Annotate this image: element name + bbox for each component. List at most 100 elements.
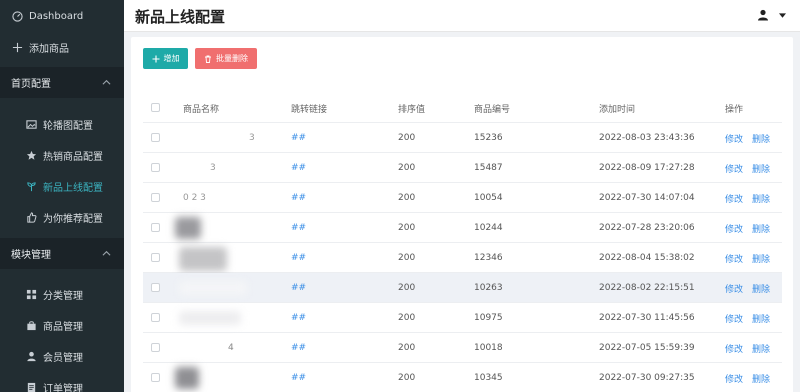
sidebar-group-home-config[interactable]: 首页配置 [0,67,124,98]
edit-link[interactable]: 修改 [725,372,743,385]
delete-link[interactable]: 删除 [752,192,770,205]
sort-value: 200 [398,163,416,173]
added-time: 2022-08-09 17:27:28 [599,163,695,173]
product-name: 4 [228,343,234,353]
jump-link[interactable]: ## [291,303,306,333]
dashboard-icon [11,11,23,23]
product-name: 3 [249,133,255,143]
table-row: 0 2 3 ## 200 10054 2022-07-30 14:07:04 修… [143,183,782,213]
jump-link[interactable]: ## [291,333,306,363]
sidebar-item-product-management[interactable]: 商品管理 [0,310,124,341]
shopping-bag-icon [25,320,37,332]
product-code: 10263 [474,283,503,293]
row-checkbox[interactable] [151,163,160,172]
sidebar-item-label: 商品管理 [43,322,83,333]
redacted-product-name [179,247,227,271]
row-actions: 修改 删除 [725,273,770,303]
sidebar-item-label: 分类管理 [43,291,83,302]
column-header-actions: 操作 [725,104,744,115]
product-code: 10244 [474,223,503,233]
sort-value: 200 [398,193,416,203]
sidebar-item-label: 热销商品配置 [43,152,103,163]
user-avatar-icon[interactable] [757,9,769,21]
sidebar-item-hot-config[interactable]: 热销商品配置 [0,140,124,171]
edit-link[interactable]: 修改 [725,162,743,175]
table-row: ## 200 10244 2022-07-28 23:20:06 修改 删除 [143,213,782,243]
row-checkbox[interactable] [151,253,160,262]
edit-link[interactable]: 修改 [725,222,743,235]
sidebar-item-label: 订单管理 [43,384,83,392]
image-icon [25,119,37,131]
column-header-code: 商品编号 [474,104,511,115]
sort-value: 200 [398,283,416,293]
plus-icon [11,42,23,54]
row-actions: 修改 删除 [725,183,770,213]
redacted-product-name [175,217,201,239]
jump-link[interactable]: ## [291,153,306,183]
sidebar-item-label: 新品上线配置 [43,183,103,194]
row-checkbox[interactable] [151,133,160,142]
sidebar-item-new-config[interactable]: 新品上线配置 [0,171,124,202]
row-checkbox[interactable] [151,313,160,322]
sidebar-item-recommend-config[interactable]: 为你推荐配置 [0,202,124,233]
jump-link[interactable]: ## [291,363,306,392]
edit-link[interactable]: 修改 [725,282,743,295]
select-all-checkbox[interactable] [151,103,160,112]
jump-link[interactable]: ## [291,183,306,213]
added-time: 2022-08-03 23:43:36 [599,133,695,143]
sidebar-item-carousel-config[interactable]: 轮播图配置 [0,109,124,140]
table-row: ## 200 10345 2022-07-30 09:27:35 修改 删除 [143,363,782,392]
trash-icon [205,55,211,63]
redacted-product-name [179,281,247,295]
product-code: 10975 [474,313,503,323]
chevron-up-icon [102,250,111,256]
delete-link[interactable]: 删除 [752,282,770,295]
delete-link[interactable]: 删除 [752,342,770,355]
sort-value: 200 [398,223,416,233]
row-checkbox[interactable] [151,223,160,232]
column-header-sort: 排序值 [398,104,426,115]
delete-link[interactable]: 删除 [752,252,770,265]
jump-link[interactable]: ## [291,123,306,153]
sidebar-group-module-management[interactable]: 模块管理 [0,238,124,269]
edit-link[interactable]: 修改 [725,132,743,145]
sidebar-item-label: 为你推荐配置 [43,214,103,225]
star-icon [25,150,37,162]
product-code: 12346 [474,253,503,263]
caret-down-icon[interactable] [779,13,786,18]
edit-link[interactable]: 修改 [725,312,743,325]
sidebar-item-dashboard[interactable]: Dashboard [0,1,124,32]
product-code: 10054 [474,193,503,203]
sidebar-item-member-management[interactable]: 会员管理 [0,341,124,372]
batch-delete-button[interactable]: 批量删除 [195,48,257,69]
delete-link[interactable]: 删除 [752,312,770,325]
batch-delete-button-label: 批量删除 [216,54,248,63]
sidebar-item-order-management[interactable]: 订单管理 [0,372,124,392]
sidebar-item-add-product[interactable]: 添加商品 [0,32,124,63]
jump-link[interactable]: ## [291,213,306,243]
sidebar-item-category-management[interactable]: 分类管理 [0,279,124,310]
jump-link[interactable]: ## [291,273,306,303]
add-button-label: 增加 [163,54,180,63]
delete-link[interactable]: 删除 [752,372,770,385]
row-checkbox[interactable] [151,193,160,202]
edit-link[interactable]: 修改 [725,192,743,205]
sort-value: 200 [398,373,416,383]
column-header-time: 添加时间 [599,104,636,115]
sidebar-item-label: 添加商品 [29,44,69,55]
delete-link[interactable]: 删除 [752,222,770,235]
order-icon [25,382,37,392]
row-checkbox[interactable] [151,373,160,382]
row-checkbox[interactable] [151,283,160,292]
jump-link[interactable]: ## [291,243,306,273]
added-time: 2022-07-30 14:07:04 [599,193,695,203]
add-button[interactable]: 增加 [143,48,188,69]
delete-link[interactable]: 删除 [752,132,770,145]
row-actions: 修改 删除 [725,243,770,273]
edit-link[interactable]: 修改 [725,252,743,265]
table-row: 4 ## 200 10018 2022-07-05 15:59:39 修改 删除 [143,333,782,363]
sort-value: 200 [398,343,416,353]
delete-link[interactable]: 删除 [752,162,770,175]
row-checkbox[interactable] [151,343,160,352]
edit-link[interactable]: 修改 [725,342,743,355]
